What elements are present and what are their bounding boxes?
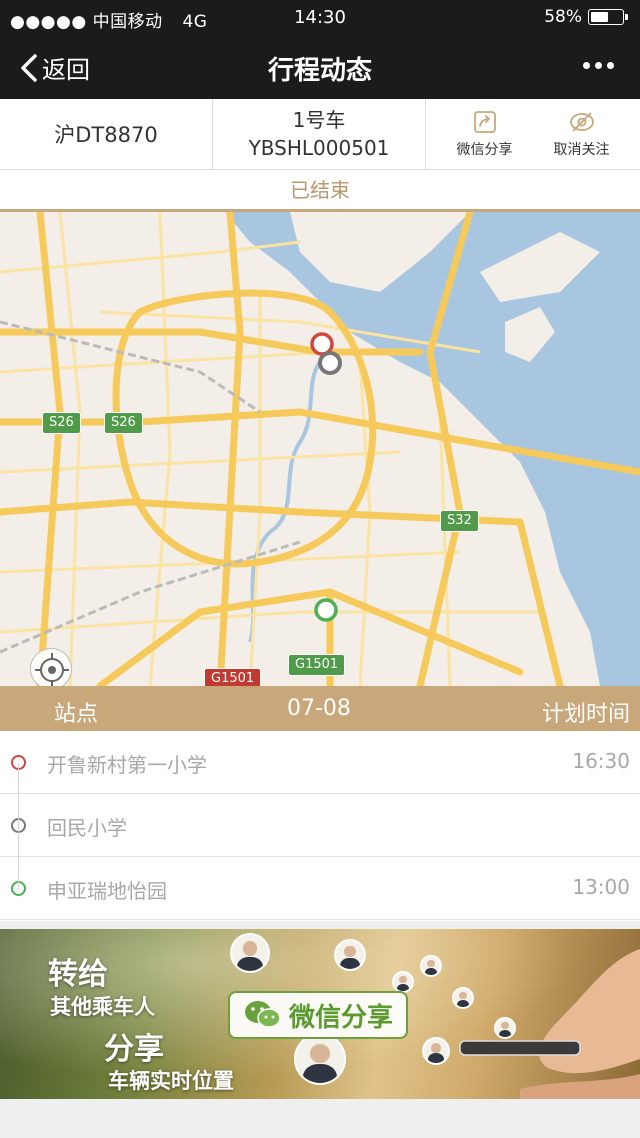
timeline-line	[18, 763, 19, 889]
hand-phone-image	[459, 949, 640, 1099]
vehicle-info-bar: 沪DT8870 1号车 YBSHL000501 微信分享 取消关注	[0, 99, 640, 170]
page-bottom	[0, 1099, 640, 1138]
avatar	[230, 933, 270, 973]
avatar	[392, 971, 414, 993]
col-date: 07-08	[287, 696, 351, 721]
wechat-share-label: 微信分享	[456, 142, 513, 158]
wechat-icon	[244, 1001, 281, 1028]
avatar	[294, 1033, 346, 1085]
col-time: 计划时间	[541, 702, 630, 727]
plate-number: 沪DT8870	[0, 99, 213, 169]
car-info: 1号车 YBSHL000501	[213, 99, 426, 169]
road-label: S26	[42, 412, 81, 434]
banner-wechat-share-button[interactable]: 微信分享	[228, 991, 408, 1039]
stops-list: 开鲁新村第一小学 16:30 回民小学 申亚瑞地怡园 13:00	[0, 731, 640, 921]
stops-table-header: 站点 07-08 计划时间	[0, 686, 640, 731]
list-item[interactable]: 回民小学	[0, 794, 640, 857]
list-item[interactable]: 开鲁新村第一小学 16:30	[0, 731, 640, 794]
stop-name: 申亚瑞地怡园	[47, 879, 167, 903]
eye-off-icon	[569, 112, 594, 132]
trip-status: 已结束	[0, 170, 640, 212]
battery-area: 58%	[544, 7, 628, 27]
banner-line3: 分享	[104, 1032, 164, 1067]
stop-name: 开鲁新村第一小学	[47, 753, 207, 777]
route-map[interactable]: S26 S26 S32 G1501 G1501	[0, 212, 640, 686]
wechat-share-button[interactable]: 微信分享	[457, 109, 513, 159]
banner-button-label: 微信分享	[288, 1002, 393, 1033]
map-canvas	[0, 212, 640, 686]
battery-icon	[588, 9, 628, 25]
page-title: 行程动态	[267, 56, 372, 86]
banner-line1: 转给	[48, 957, 108, 992]
share-icon	[473, 111, 496, 133]
avatar	[420, 955, 442, 977]
nav-bar: 返回 行程动态	[0, 34, 640, 99]
share-banner[interactable]: 转给 其他乘车人 分享 车辆实时位置 微信分享	[0, 929, 640, 1099]
list-item[interactable]: 申亚瑞地怡园 13:00	[0, 857, 640, 920]
road-label: S26	[104, 412, 143, 434]
unfollow-button[interactable]: 取消关注	[554, 109, 610, 159]
car-name: 1号车	[292, 108, 346, 132]
more-dots-icon[interactable]	[583, 62, 614, 69]
avatar	[334, 939, 366, 971]
locate-button[interactable]	[30, 648, 72, 686]
road-label: G1501	[288, 654, 346, 676]
road-label: G1501	[204, 668, 262, 686]
car-code: YBSHL000501	[248, 136, 390, 160]
road-label: S32	[440, 510, 479, 532]
unfollow-label: 取消关注	[553, 142, 610, 158]
stop-time: 16:30	[572, 749, 630, 773]
battery-percent: 58%	[544, 7, 582, 27]
banner-line4: 车辆实时位置	[108, 1069, 234, 1093]
crosshair-icon	[35, 653, 69, 686]
stop-time: 13:00	[572, 875, 630, 899]
col-station: 站点	[54, 702, 99, 727]
stop-name: 回民小学	[47, 816, 127, 840]
status-bar: ●●●●● 中国移动 4G 14:30 58%	[0, 0, 640, 34]
banner-line2: 其他乘车人	[50, 995, 155, 1019]
vehicle-actions: 微信分享 取消关注	[426, 99, 640, 169]
